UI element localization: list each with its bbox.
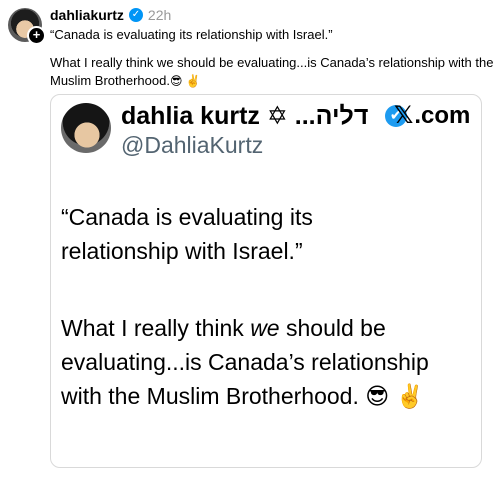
embedded-post-card[interactable]: dahlia kurtz ✡ ...דליה ✔ 𝕏.com @DahliaKu… (50, 94, 482, 468)
username-link[interactable]: dahliakurtz (50, 7, 124, 23)
post-caption: What I really think we should be evaluat… (50, 54, 495, 90)
follow-plus-icon[interactable]: + (27, 26, 46, 45)
embedded-avatar (61, 103, 111, 153)
embedded-text-quote: “Canada is evaluating its relationship w… (61, 204, 313, 264)
embedded-display-name: dahlia kurtz ✡ ...דליה (121, 102, 369, 130)
x-logo-icon: 𝕏.com (394, 101, 471, 129)
embedded-text-body: What I really think we should be evaluat… (61, 315, 429, 409)
post-quote-line: “Canada is evaluating its relationship w… (50, 27, 333, 42)
caption-emoji: 😎 ✌️ (169, 74, 201, 88)
post-header: dahliakurtz ✓ 22h (50, 7, 171, 23)
profile-avatar[interactable]: + (8, 8, 46, 45)
post-timestamp[interactable]: 22h (148, 7, 171, 23)
embedded-handle: @DahliaKurtz (121, 132, 264, 158)
verified-check-icon: ✓ (128, 8, 143, 22)
embedded-emoji: 😎 ✌️ (365, 383, 425, 409)
caption-text: What I really think we should be evaluat… (50, 55, 494, 88)
